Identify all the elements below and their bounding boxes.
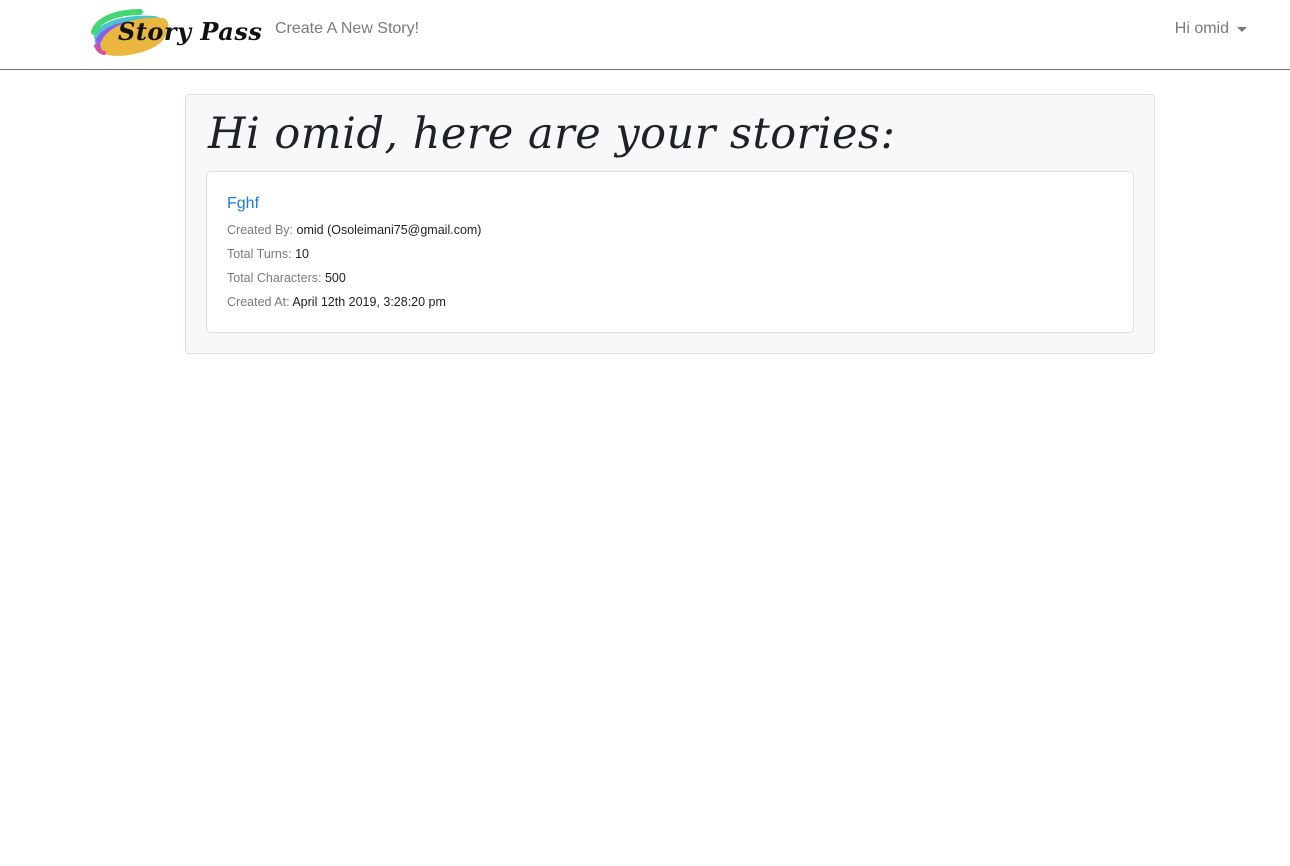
story-title-link[interactable]: Fghf (227, 195, 259, 213)
created-at-row: Created At: April 12th 2019, 3:28:20 pm (227, 295, 446, 309)
stories-panel: Hi omid, here are your stories: Fghf Cre… (185, 94, 1155, 354)
created-by-label: Created By: (227, 223, 294, 237)
total-turns-label: Total Turns: (227, 247, 292, 261)
total-characters-row: Total Characters: 500 (227, 271, 346, 285)
total-characters-label: Total Characters: (227, 271, 322, 285)
story-card: Fghf Created By: omid (Osoleimani75@gmai… (206, 171, 1134, 333)
user-menu-label: Hi omid (1174, 20, 1229, 37)
top-navbar: Story Pass Create A New Story! Hi omid (0, 0, 1290, 70)
caret-down-icon (1237, 27, 1247, 32)
created-at-value: April 12th 2019, 3:28:20 pm (292, 295, 446, 309)
created-by-value: omid (Osoleimani75@gmail.com) (296, 223, 482, 237)
created-by-row: Created By: omid (Osoleimani75@gmail.com… (227, 223, 481, 237)
create-new-story-link[interactable]: Create A New Story! (275, 20, 419, 38)
brand-logo-link[interactable]: Story Pass (90, 6, 262, 56)
created-at-label: Created At: (227, 295, 290, 309)
total-characters-value: 500 (324, 271, 346, 285)
brand-name: Story Pass (118, 17, 263, 46)
total-turns-row: Total Turns: 10 (227, 247, 309, 261)
page-title: Hi omid, here are your stories: (208, 109, 896, 159)
user-menu-dropdown[interactable]: Hi omid (1175, 20, 1247, 38)
total-turns-value: 10 (295, 247, 310, 261)
